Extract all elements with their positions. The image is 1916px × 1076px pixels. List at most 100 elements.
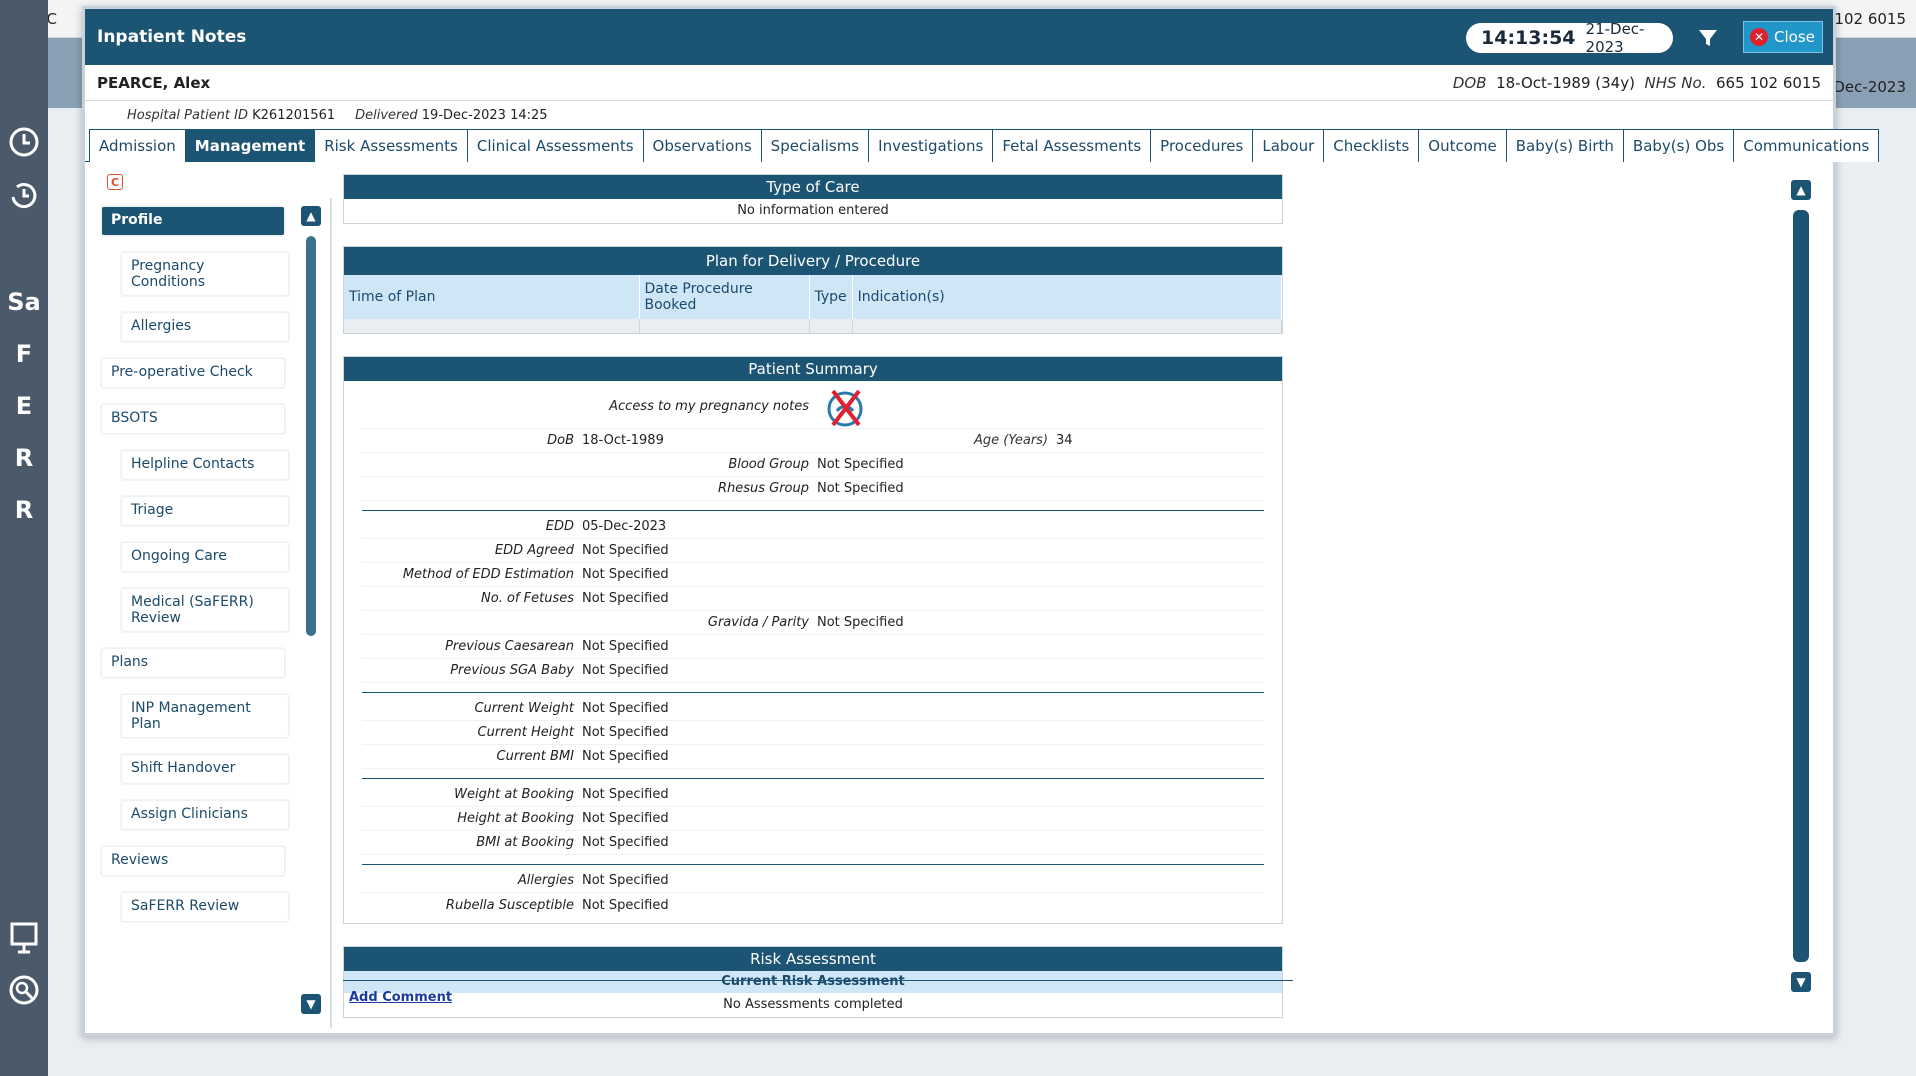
rhesus-row: Rhesus Group Not Specified [362, 477, 1264, 501]
nav-item-saferr-review[interactable]: SaFERR Review [121, 892, 289, 922]
tab-risk-assessments[interactable]: Risk Assessments [314, 129, 468, 162]
nav-scrollbar-thumb[interactable] [306, 236, 316, 636]
sidebar-letter-e[interactable]: E [0, 380, 48, 432]
booking-bmi-value: Not Specified [582, 835, 669, 850]
booking-height-value: Not Specified [582, 811, 669, 826]
access-notes-row: Access to my pregnancy notes [362, 385, 1264, 429]
nav-item-pregnancy-conditions[interactable]: Pregnancy Conditions [121, 252, 289, 296]
summary-divider [362, 501, 1264, 511]
current-weight-value: Not Specified [582, 701, 669, 716]
column-date-procedure-booked[interactable]: Date Procedure Booked [639, 275, 810, 319]
nav-scroll-up-button[interactable]: ▲ [301, 206, 321, 226]
nav-item-medical-saferr-review[interactable]: Medical (SaFERR) Review [121, 588, 289, 632]
window-title: Inpatient Notes [97, 27, 247, 47]
profile-content: Type of Care No information entered Plan… [343, 174, 1283, 1040]
current-bmi-value: Not Specified [582, 749, 669, 764]
tab-baby-s-obs[interactable]: Baby(s) Obs [1622, 129, 1735, 162]
allergies-row: Allergies Not Specified [362, 869, 1264, 893]
patient-summary-section: Patient Summary Access to my pregnancy n… [343, 356, 1283, 924]
gravida-label: Gravida / Parity [707, 615, 809, 630]
nav-item-plans[interactable]: Plans [101, 648, 285, 678]
close-button[interactable]: ✕ Close [1743, 21, 1823, 53]
fetuses-label: No. of Fetuses [481, 591, 574, 606]
content-scrollbar[interactable] [1793, 210, 1809, 962]
tab-investigations[interactable]: Investigations [868, 129, 994, 162]
tab-fetal-assessments[interactable]: Fetal Assessments [992, 129, 1152, 162]
add-comment-link[interactable]: Add Comment [349, 990, 452, 1005]
column-indications[interactable]: Indication(s) [852, 275, 1283, 319]
tab-admission[interactable]: Admission [89, 129, 186, 162]
tab-management[interactable]: Management [184, 129, 316, 162]
nav-item-assign-clinicians[interactable]: Assign Clinicians [121, 800, 289, 830]
nav-item-pre-operative-check[interactable]: Pre-operative Check [101, 358, 285, 388]
nav-item-triage[interactable]: Triage [121, 496, 289, 526]
current-weight-label: Current Weight [474, 701, 574, 716]
nav-divider [330, 198, 332, 1028]
nav-item-bsots[interactable]: BSOTS [101, 404, 285, 434]
nav-item-helpline-contacts[interactable]: Helpline Contacts [121, 450, 289, 480]
clock-icon[interactable] [0, 116, 48, 168]
blood-group-value: Not Specified [817, 457, 904, 472]
tab-observations[interactable]: Observations [642, 129, 762, 162]
sidebar-letter-r1[interactable]: R [0, 432, 48, 484]
window-titlebar: Inpatient Notes 14:13:54 21-Dec-2023 ✕ C… [85, 9, 1833, 65]
main-tabs: Admission Management Risk Assessments Clini… [85, 129, 1880, 162]
history-icon[interactable] [0, 168, 48, 220]
prev-caesarean-value: Not Specified [582, 639, 669, 654]
dob-age-row: DoB 18-Oct-1989 Age (Years) 34 [362, 429, 1264, 453]
booking-bmi-row: BMI at Booking Not Specified [362, 831, 1264, 855]
sidebar-letter-sa[interactable]: Sa [0, 276, 48, 328]
column-type[interactable]: Type [809, 275, 853, 319]
edd-method-value: Not Specified [582, 567, 669, 582]
fetuses-value: Not Specified [582, 591, 669, 606]
column-time-of-plan[interactable]: Time of Plan [344, 275, 640, 319]
prev-caesarean-row: Previous Caesarean Not Specified [362, 635, 1264, 659]
dob-label: DOB [1452, 74, 1487, 92]
patient-summary-title: Patient Summary [344, 357, 1282, 381]
current-height-label: Current Height [477, 725, 574, 740]
nav-item-profile[interactable]: Profile [101, 206, 285, 236]
nav-item-shift-handover[interactable]: Shift Handover [121, 754, 289, 784]
plan-delivery-section: Plan for Delivery / Procedure Time of Pl… [343, 246, 1283, 334]
nav-item-ongoing-care[interactable]: Ongoing Care [121, 542, 289, 572]
c-badge-icon[interactable]: C [107, 174, 123, 190]
presentation-icon[interactable] [0, 912, 48, 964]
prev-sga-label: Previous SGA Baby [450, 663, 574, 678]
nav-item-inp-management-plan[interactable]: INP Management Plan [121, 694, 289, 738]
tab-outcome[interactable]: Outcome [1418, 129, 1507, 162]
edd-method-label: Method of EDD Estimation [402, 567, 574, 582]
patient-banner: PEARCE, Alex DOB 18-Oct-1989 (34y) NHS N… [85, 65, 1833, 101]
delivered-label: Delivered [355, 107, 418, 123]
tab-labour[interactable]: Labour [1252, 129, 1325, 162]
edd-agreed-value: Not Specified [582, 543, 669, 558]
risk-assessment-section: Risk Assessment Current Risk Assessment … [343, 946, 1283, 1018]
rubella-value: Not Specified [582, 897, 669, 913]
nav-item-reviews[interactable]: Reviews [101, 846, 285, 876]
patient-name: PEARCE, Alex [97, 73, 211, 92]
nav-item-allergies[interactable]: Allergies [121, 312, 289, 342]
access-denied-icon[interactable] [823, 385, 867, 429]
content-scroll-down-button[interactable]: ▼ [1791, 972, 1811, 992]
patient-meta: Hospital Patient ID K261201561 Delivered… [85, 101, 1833, 129]
tab-procedures[interactable]: Procedures [1150, 129, 1254, 162]
close-button-label: Close [1774, 28, 1815, 46]
sidebar-letter-r2[interactable]: R [0, 484, 48, 536]
plan-delivery-title: Plan for Delivery / Procedure [344, 247, 1282, 275]
summary-divider [362, 855, 1264, 865]
tab-communications[interactable]: Communications [1733, 129, 1880, 162]
content-scroll-up-button[interactable]: ▲ [1791, 180, 1811, 200]
risk-assessment-message: No Assessments completed [723, 997, 903, 1012]
nav-scroll-down-button[interactable]: ▼ [301, 994, 321, 1014]
tab-specialisms[interactable]: Specialisms [760, 129, 870, 162]
search-icon[interactable] [0, 964, 48, 1016]
booking-weight-value: Not Specified [582, 787, 669, 802]
age-label: Age (Years) [974, 433, 1049, 448]
tab-baby-s-birth[interactable]: Baby(s) Birth [1505, 129, 1624, 162]
sidebar-letter-f[interactable]: F [0, 328, 48, 380]
current-bmi-label: Current BMI [496, 749, 574, 764]
tab-checklists[interactable]: Checklists [1323, 129, 1420, 162]
filter-icon[interactable] [1697, 27, 1719, 49]
tab-clinical-assessments[interactable]: Clinical Assessments [466, 129, 644, 162]
edd-label: EDD [545, 519, 574, 534]
close-icon: ✕ [1750, 28, 1768, 46]
